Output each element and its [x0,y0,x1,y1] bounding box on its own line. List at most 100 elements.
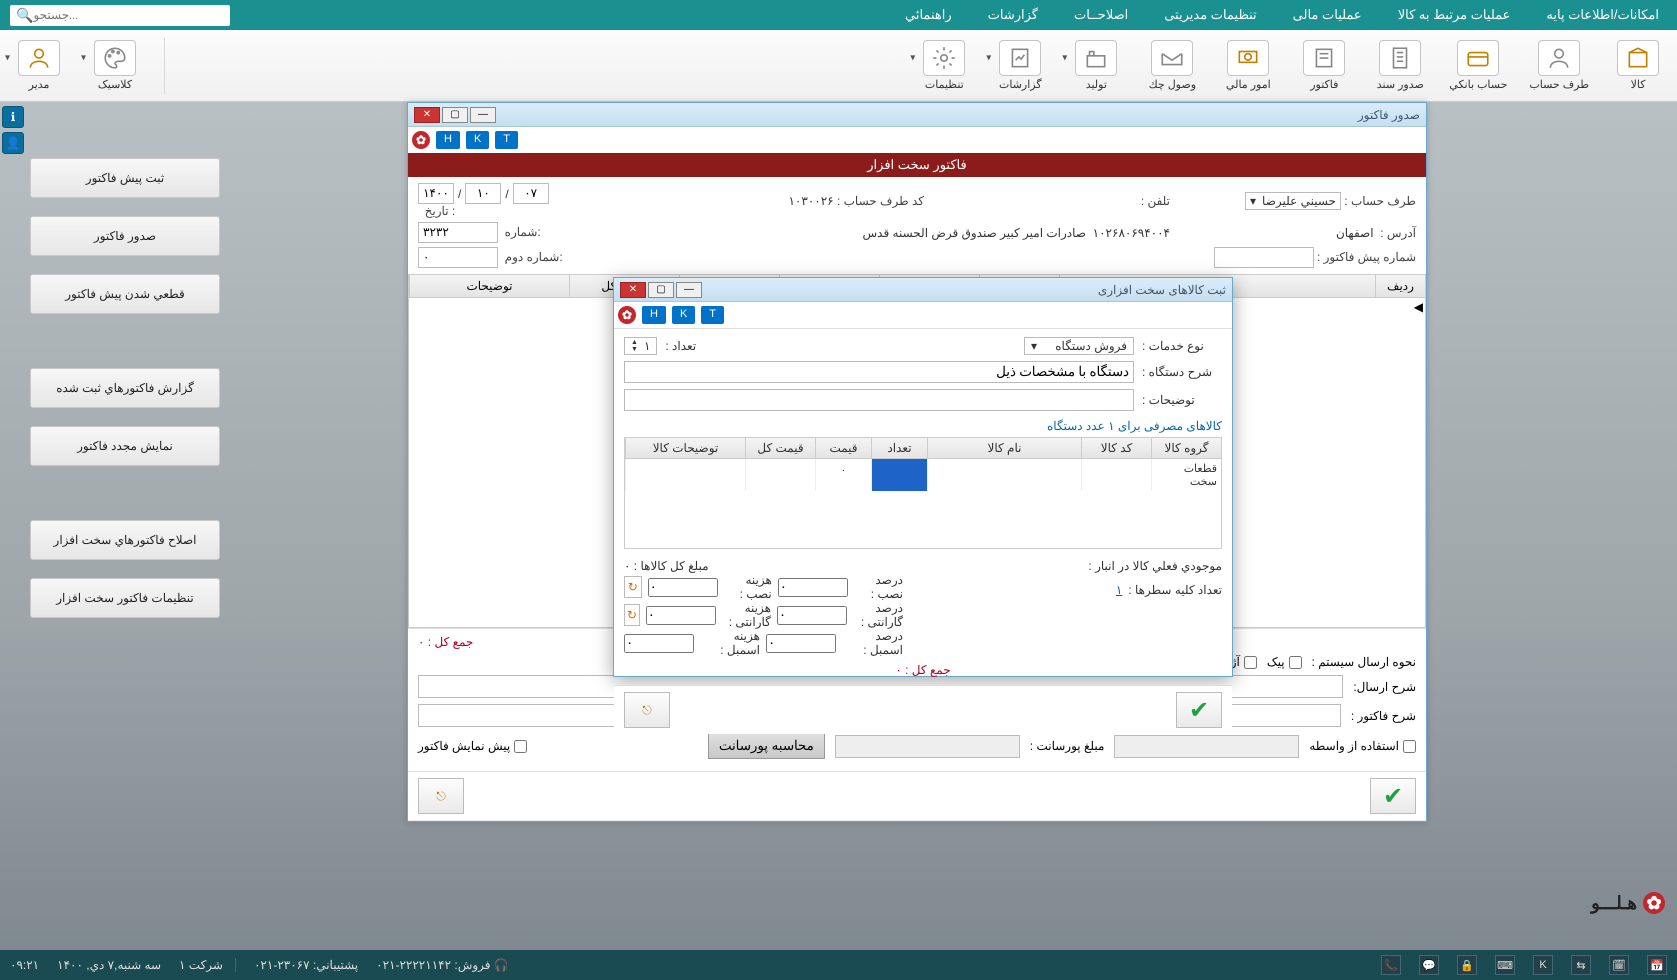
sb-calendar-icon[interactable]: 📅 [1647,955,1667,975]
date-y[interactable] [418,183,454,204]
side-btn-preinvoice[interactable]: ثبت پیش فاکتور [30,158,220,198]
chip-k[interactable]: K [466,131,489,149]
ribbon-toolbar: کالا طرف حساب حساب بانکي صدور سند فاکتور… [0,30,1677,102]
sb-ic6[interactable]: 🔒 [1457,955,1477,975]
qty-spinner[interactable]: ۱▲▼ [624,337,657,355]
menu-item-0[interactable]: امکانات/اطلاعات پایه [1538,2,1667,28]
ribbon-production[interactable]: ▾تولید [1065,36,1127,95]
table-row[interactable]: قطعات سخت . [625,459,1221,491]
ribbon-goods[interactable]: کالا [1607,36,1669,95]
side-btn-fix[interactable]: اصلاح فاكتورهاي سخت افزار [30,520,220,560]
close-icon[interactable]: ✕ [414,107,440,123]
invoice-actions: ✔ ⎋ [408,771,1426,820]
chip-t[interactable]: T [701,306,724,324]
exit-icon: ⎋ [642,703,652,718]
sb-date: سه شنبه,۷ دي, ۱۴۰۰ [57,958,161,972]
modal-chip-row: ✿ H K T [614,302,1232,329]
chip-h[interactable]: H [642,306,666,324]
side-btn-finalize[interactable]: قطعي شدن پیش فاکتور [30,274,220,314]
modal-table-body[interactable]: قطعات سخت . [624,459,1222,549]
sb-ic4[interactable]: K [1533,955,1553,975]
search-box[interactable]: 🔍 [10,5,230,26]
modal-actions: ✔ ⎋ [614,685,1232,734]
hnasb[interactable] [648,578,718,597]
hgar[interactable] [646,606,716,625]
left-sticky-icons: ℹ 👤 [2,106,24,154]
mdi-titlebar[interactable]: ✕ ▢ — صدور فاکتور [408,103,1426,127]
menu-item-5[interactable]: گزارشات [980,2,1046,28]
invoice-number2[interactable] [418,247,498,268]
notes-input[interactable] [624,389,1134,411]
chip-t[interactable]: T [495,131,518,149]
sb-ic7[interactable]: 💬 [1419,955,1439,975]
caret-icon: ▾ [986,53,991,64]
ribbon-invoice[interactable]: فاکتور [1293,36,1355,95]
sb-sales: 🎧 فروش: ۲۲۲۲۱۱۴۲-۰۲۱ [376,958,509,972]
exit-button[interactable]: ⎋ [624,692,670,728]
invoice-number[interactable] [418,222,498,243]
ribbon-reports[interactable]: ▾گزارشات [989,36,1051,95]
opt-peyk[interactable]: پیک [1267,655,1302,669]
chip-h[interactable]: H [436,131,460,149]
ribbon-user[interactable]: ▾مدیر [8,36,70,95]
date-m[interactable] [465,183,501,204]
sb-ic8[interactable]: 📞 [1381,955,1401,975]
maximize-icon[interactable]: ▢ [442,107,468,123]
hasm[interactable] [624,634,694,653]
side-btn-settings[interactable]: تنظیمات فاکتور سخت افزار [30,578,220,618]
minimize-icon[interactable]: — [676,282,702,298]
exit-button[interactable]: ⎋ [418,778,464,814]
pasm[interactable] [766,634,836,653]
party-select[interactable]: حسيني عليرضا ▾ [1245,192,1341,210]
preinvoice-number[interactable] [1214,247,1314,268]
caret-icon: ▾ [81,53,86,64]
caret-icon: ▾ [910,53,915,64]
menu-item-2[interactable]: عملیات مالی [1285,2,1370,28]
contact-icon[interactable]: 👤 [2,132,24,154]
search-input[interactable] [33,8,224,23]
ribbon-cheque[interactable]: وصول چك [1141,36,1203,95]
ribbon-settings[interactable]: ▾تنظیمات [913,36,975,95]
sb-ic5[interactable]: ⌨ [1495,955,1515,975]
close-icon[interactable]: ✕ [620,282,646,298]
date-d[interactable] [513,183,549,204]
pgar[interactable] [777,606,847,625]
side-btn-issue[interactable]: صدور فاکتور [30,216,220,256]
menu-item-3[interactable]: تنظیمات مدیریتی [1156,2,1264,28]
info-icon[interactable]: ℹ [2,106,24,128]
menu-item-4[interactable]: اصلاحــات [1066,2,1136,28]
mdi-parent-window: ✕ ▢ — صدور فاکتور ✿ H K T فاکتور سخت افز… [407,102,1427,822]
refresh-icon[interactable]: ↻ [624,576,642,598]
ribbon-bank[interactable]: حساب بانکي [1445,36,1511,95]
side-btn-reshow[interactable]: نمایش مجدد فاکتور [30,426,220,466]
minimize-icon[interactable]: — [470,107,496,123]
confirm-button[interactable]: ✔ [1370,778,1416,814]
calc-commission-button[interactable]: محاسبه پورسانت [708,733,825,759]
side-btn-report[interactable]: گزارش فاكتورهاي ثبت شده [30,368,220,408]
menu-item-6[interactable]: راهنمائي [897,2,960,28]
check-icon: ✔ [1383,782,1403,811]
ribbon-party[interactable]: طرف حساب [1525,36,1593,95]
preview-check[interactable]: پیش نمایش فاکتور [418,739,527,753]
selected-cell[interactable] [871,459,927,491]
ribbon-doc[interactable]: صدور سند [1369,36,1431,95]
chip-k[interactable]: K [672,306,695,324]
service-select[interactable]: فروش دستگاه▾ [1024,337,1134,355]
menu-item-1[interactable]: عملیات مرتبط به کالا [1390,2,1519,28]
side-panel: ثبت پیش فاکتور صدور فاکتور قطعي شدن پیش … [30,158,220,618]
ribbon-finance[interactable]: امور مالي [1217,36,1279,95]
refresh-icon[interactable]: ↻ [624,604,640,626]
sb-ic2[interactable]: 🗓 [1609,955,1629,975]
confirm-button[interactable]: ✔ [1176,692,1222,728]
device-desc-input[interactable] [624,361,1134,383]
invoice-title: فاکتور سخت افزار [408,153,1426,177]
modal-titlebar[interactable]: ✕ ▢ — ثبت کالاهای سخت افزاری [614,278,1232,302]
sb-ic3[interactable]: ⇆ [1571,955,1591,975]
pnasb[interactable] [778,578,848,597]
broker-check[interactable]: استفاده از واسطه [1309,739,1416,753]
modal-hardware-items: ✕ ▢ — ثبت کالاهای سخت افزاری ✿ H K T نوع… [613,277,1233,677]
brand-logo: ✿ هـلـــو [1591,892,1665,914]
statusbar: 📅 🗓 ⇆ K ⌨ 🔒 💬 📞 🎧 فروش: ۲۲۲۲۱۱۴۲-۰۲۱ پشت… [0,950,1677,980]
maximize-icon[interactable]: ▢ [648,282,674,298]
ribbon-theme[interactable]: ▾کلاسیک [84,36,146,95]
